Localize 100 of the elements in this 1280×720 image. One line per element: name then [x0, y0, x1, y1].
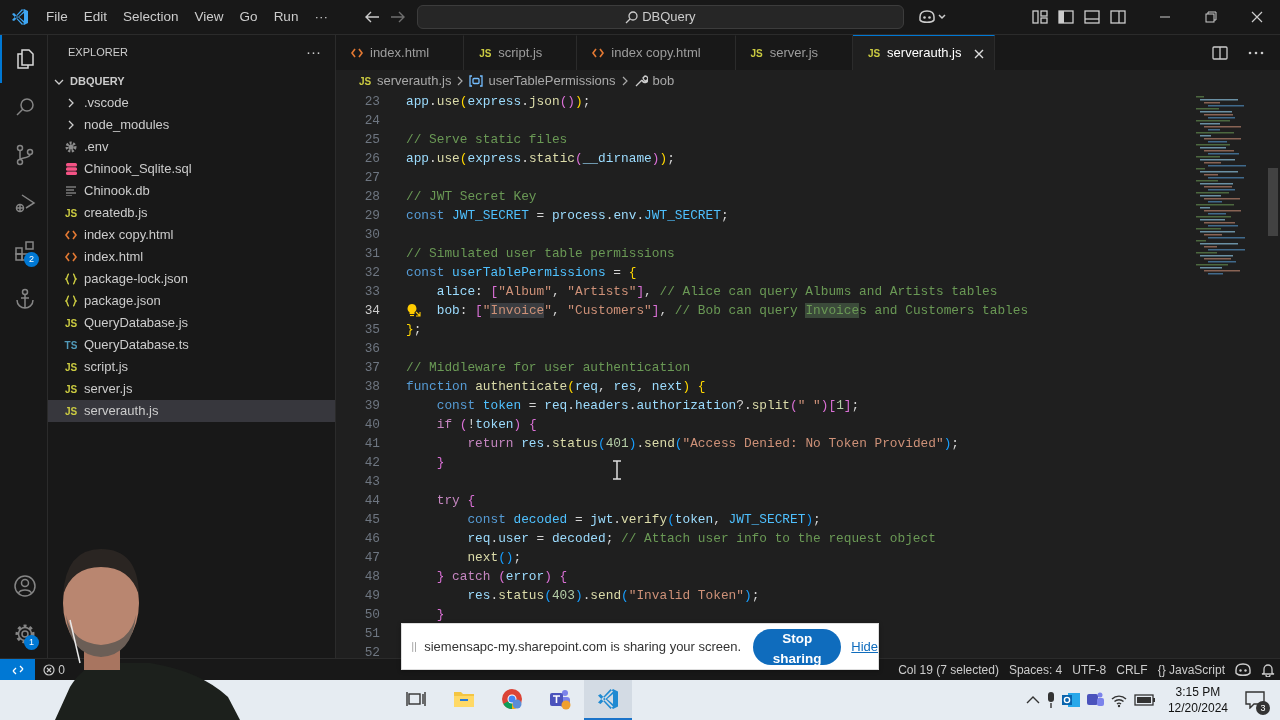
code-line: function authenticate(req, res, next) {	[406, 378, 706, 396]
menu-item[interactable]: Edit	[75, 6, 116, 28]
restore-icon	[1205, 11, 1217, 23]
code-line: const token = req.headers.authorization?.split(" ")[1];	[436, 397, 860, 415]
file-tree-item[interactable]: .vscode	[48, 92, 335, 114]
file-tree-item[interactable]: index.html	[48, 246, 335, 268]
file-tree-item[interactable]: JS server.js	[48, 378, 335, 400]
sidebar-title: EXPLORER	[68, 45, 128, 61]
wrench-icon	[633, 74, 648, 88]
code-line: } catch (error) {	[436, 568, 568, 586]
menu-item[interactable]: Go	[231, 6, 266, 28]
line-number: 37	[363, 359, 381, 377]
code-line: app.use(express.json());	[406, 93, 591, 111]
file-tree-item[interactable]: Chinook.db	[48, 180, 335, 202]
breadcrumb[interactable]: serverauth.js	[377, 71, 452, 91]
line-number: 36	[363, 340, 381, 358]
file-tree-item[interactable]: JS serverauth.js	[48, 400, 335, 422]
line-number: 34	[363, 302, 381, 320]
microphone-icon	[1045, 691, 1056, 709]
chevron-right-icon	[66, 120, 76, 130]
file-tree-item[interactable]: Chinook_Sqlite.sql	[48, 158, 335, 180]
json-file-icon	[65, 295, 77, 307]
text-cursor-icon	[612, 460, 622, 480]
code-line: return res.status(401).send("Access Denied: No Token Provided");	[467, 435, 959, 453]
status-item[interactable]: CRLF	[1111, 660, 1153, 679]
battery-icon	[1133, 694, 1156, 706]
line-number: 30	[363, 226, 381, 244]
file-tree-item[interactable]: package-lock.json	[48, 268, 335, 290]
file-tree-item[interactable]: .env	[48, 136, 335, 158]
teams-icon	[548, 688, 572, 710]
html-file-icon	[65, 230, 77, 240]
file-tree-item[interactable]: JS createdb.js	[48, 202, 335, 224]
line-number: 41	[363, 435, 381, 453]
status-item[interactable]: Col 19 (7 selected)	[893, 660, 1004, 679]
line-number: 24	[363, 112, 381, 130]
line-number: 25	[363, 131, 381, 149]
file-tree-item[interactable]: JS QueryDatabase.js	[48, 312, 335, 334]
split-editor-icon	[1212, 44, 1228, 61]
clock-time[interactable]: 3:15 PM	[1167, 684, 1228, 700]
chevron-right-icon	[66, 98, 76, 108]
menu-item[interactable]: Selection	[115, 6, 187, 28]
clock-date[interactable]: 12/20/2024	[1167, 700, 1228, 716]
notification-message: siemensapc-my.sharepoint.com is sharing your screen.	[424, 637, 742, 656]
line-number: 46	[363, 530, 381, 548]
line-number: 27	[363, 169, 381, 187]
close-icon	[973, 48, 984, 59]
js-file-icon: JS	[867, 45, 882, 61]
status-item[interactable]: UTF-8	[1067, 660, 1112, 679]
status-item[interactable]: Spaces: 4	[1003, 660, 1068, 679]
code-line: req.user = decoded; // Attach user info to the request object	[467, 530, 936, 548]
search-field[interactable]: DBQuery	[416, 5, 904, 29]
code-line: }	[436, 606, 445, 624]
js-file-icon: JS	[64, 315, 78, 331]
extensions-icon	[12, 239, 37, 263]
taskbar-app[interactable]	[584, 680, 632, 720]
code-line: try {	[436, 492, 476, 510]
line-number: 47	[363, 549, 381, 567]
breadcrumb[interactable]: bob	[652, 71, 675, 91]
language-mode[interactable]: {} JavaScript	[1152, 660, 1230, 679]
code-line: };	[406, 321, 422, 339]
remote-button[interactable]	[0, 658, 35, 681]
scrollbar-thumb[interactable]	[1268, 168, 1278, 236]
file-tree-item[interactable]: TS QueryDatabase.ts	[48, 334, 335, 356]
teams-icon	[1085, 691, 1104, 709]
hide-link[interactable]: Hide	[851, 636, 878, 657]
html-file-icon	[351, 48, 363, 58]
copilot-icon	[1235, 663, 1251, 678]
variable-icon	[469, 75, 484, 87]
line-number: 39	[363, 397, 381, 415]
line-number: 42	[363, 454, 381, 472]
file-tree-item[interactable]: index copy.html	[48, 224, 335, 246]
file-tree-item[interactable]: package.json	[48, 290, 335, 312]
vscode-logo-icon	[597, 688, 619, 710]
error-icon	[43, 663, 55, 676]
menu-item[interactable]: View	[186, 6, 232, 28]
file-tree-item[interactable]: JS script.js	[48, 356, 335, 378]
line-number: 45	[363, 511, 381, 529]
code-line: // Simulated user table permissions	[406, 245, 675, 263]
line-number: 50	[363, 606, 381, 624]
menu-item[interactable]: ···	[306, 6, 336, 28]
layout-icon	[1032, 9, 1048, 25]
folder-name[interactable]: DBQUERY	[70, 72, 125, 90]
editor-tab[interactable]: JS serverauth.js	[853, 35, 995, 70]
js-file-icon: JS	[64, 205, 78, 221]
code-line: // Middleware for user authentication	[406, 359, 691, 377]
html-file-icon	[65, 252, 77, 262]
file-tree-item[interactable]: node_modules	[48, 114, 335, 136]
breadcrumb[interactable]: userTablePermissions	[488, 71, 616, 91]
line-number: 23	[363, 93, 381, 111]
more-icon	[1248, 50, 1264, 55]
line-number: 52	[363, 644, 381, 662]
menu-item[interactable]: Run	[265, 6, 307, 28]
js-file-icon: JS	[358, 73, 372, 89]
line-number: 32	[363, 264, 381, 282]
more-actions-button[interactable]: ···	[306, 41, 321, 64]
error-count[interactable]: 0	[58, 660, 65, 679]
stop-sharing-button[interactable]: Stop sharing	[753, 628, 842, 665]
account-icon	[12, 574, 37, 598]
line-number: 40	[363, 416, 381, 434]
menu-item[interactable]: File	[38, 6, 76, 28]
